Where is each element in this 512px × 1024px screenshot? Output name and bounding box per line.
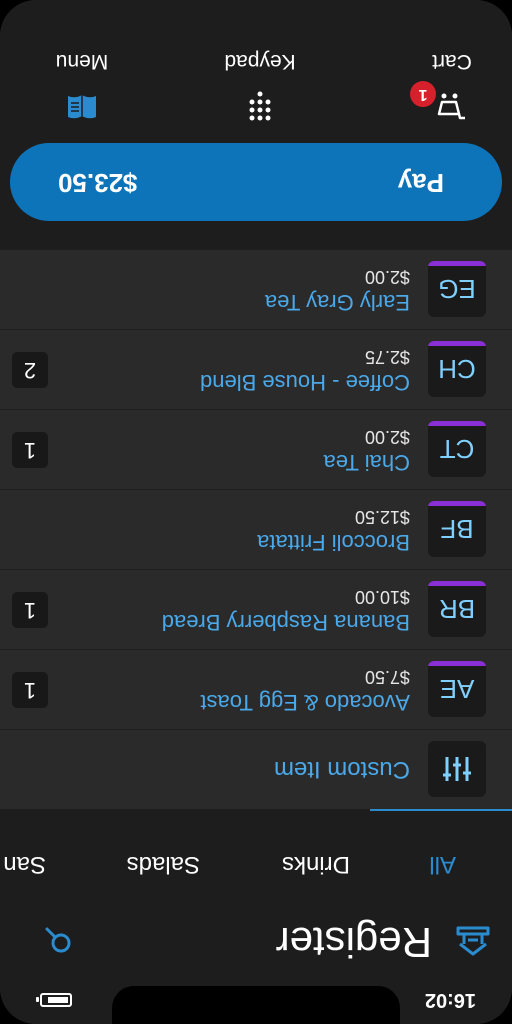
pay-amount: $23.50 — [58, 168, 138, 198]
item-tile: BR — [428, 581, 486, 637]
tile-color-bar — [428, 421, 486, 426]
item-tile: EG — [428, 261, 486, 317]
status-bar: 16:02 — [0, 974, 512, 1024]
item-price: $2.75 — [364, 347, 410, 367]
item-price: $7.50 — [364, 667, 410, 687]
nav-keypad[interactable]: Keypad — [210, 33, 310, 123]
status-time: 16:02 — [424, 989, 476, 1011]
tab-sandwiches[interactable]: San — [3, 850, 46, 878]
category-tabs: All Drinks Salads San — [0, 809, 512, 904]
cart-icon — [437, 93, 465, 120]
item-name: Broccoli Frittata — [257, 530, 410, 555]
tile-color-bar — [428, 261, 486, 266]
item-abbr: AE — [439, 674, 475, 704]
item-name: Custom Item — [273, 756, 410, 783]
battery-level — [48, 997, 68, 1003]
notch — [112, 986, 400, 1024]
tile-color-bar — [428, 501, 486, 506]
battery-nub — [36, 997, 39, 1002]
nav-cart-label: Cart — [432, 50, 472, 73]
item-quantity-badge: 1 — [12, 672, 48, 708]
nav-menu-label: Menu — [55, 50, 109, 73]
keypad-icon — [249, 91, 271, 121]
item-row[interactable]: EG Early Gray Tea $2.00 — [0, 249, 512, 329]
app-header: Register — [0, 904, 512, 974]
item-name: Chai Tea — [323, 450, 410, 475]
sliders-icon — [443, 757, 471, 781]
tab-all[interactable]: All — [429, 850, 456, 878]
cart-count-badge: 1 — [410, 81, 436, 107]
item-row[interactable]: BF Broccoli Frittata $12.50 — [0, 489, 512, 569]
active-tab-indicator — [370, 809, 512, 811]
item-abbr: CH — [438, 354, 476, 384]
search-icon[interactable] — [44, 926, 72, 954]
item-tile: BF — [428, 501, 486, 557]
item-tile: AE — [428, 661, 486, 717]
tab-drinks[interactable]: Drinks — [282, 850, 350, 878]
item-quantity-badge: 2 — [12, 352, 48, 388]
custom-item-tile — [428, 741, 486, 797]
page-title: Register — [275, 919, 432, 966]
tile-color-bar — [428, 341, 486, 346]
custom-item-row[interactable]: Custom Item — [0, 729, 512, 809]
item-price: $10.00 — [354, 587, 410, 607]
item-list: Custom Item AE Avocado & Egg Toast $7.50… — [0, 249, 512, 809]
item-row[interactable]: CT Chai Tea $2.00 1 — [0, 409, 512, 489]
register-icon — [456, 926, 490, 956]
nav-keypad-label: Keypad — [224, 50, 296, 73]
item-abbr: CT — [439, 434, 475, 464]
tile-color-bar — [428, 581, 486, 586]
nav-cart[interactable]: 1 Cart — [402, 33, 502, 123]
item-name: Early Gray Tea — [264, 290, 410, 315]
pay-label: Pay — [397, 168, 444, 198]
item-tile: CH — [428, 341, 486, 397]
item-abbr: EG — [438, 274, 476, 304]
item-name: Banana Raspberry Bread — [161, 610, 410, 635]
item-name: Coffee - House Blend — [200, 370, 410, 395]
tab-salads[interactable]: Salads — [127, 850, 200, 878]
item-row[interactable]: BR Banana Raspberry Bread $10.00 1 — [0, 569, 512, 649]
register-screen: 16:02 Register All Drinks Salads San Cus… — [0, 0, 512, 1024]
pay-button[interactable]: Pay $23.50 — [10, 143, 502, 221]
item-price: $2.00 — [364, 267, 410, 287]
item-tile: CT — [428, 421, 486, 477]
item-quantity-badge: 1 — [12, 592, 48, 628]
item-quantity-badge: 1 — [12, 432, 48, 468]
battery-icon — [36, 993, 72, 1007]
item-row[interactable]: AE Avocado & Egg Toast $7.50 1 — [0, 649, 512, 729]
item-price: $2.00 — [364, 427, 410, 447]
item-price: $12.50 — [354, 507, 410, 527]
checkout-panel: Pay $23.50 1 Cart Keypad Menu — [0, 0, 512, 249]
book-icon — [68, 95, 96, 119]
tile-color-bar — [428, 661, 486, 666]
item-abbr: BR — [438, 594, 476, 624]
nav-menu[interactable]: Menu — [32, 33, 132, 123]
item-abbr: BF — [440, 514, 474, 544]
item-name: Avocado & Egg Toast — [200, 690, 410, 715]
item-row[interactable]: CH Coffee - House Blend $2.75 2 — [0, 329, 512, 409]
